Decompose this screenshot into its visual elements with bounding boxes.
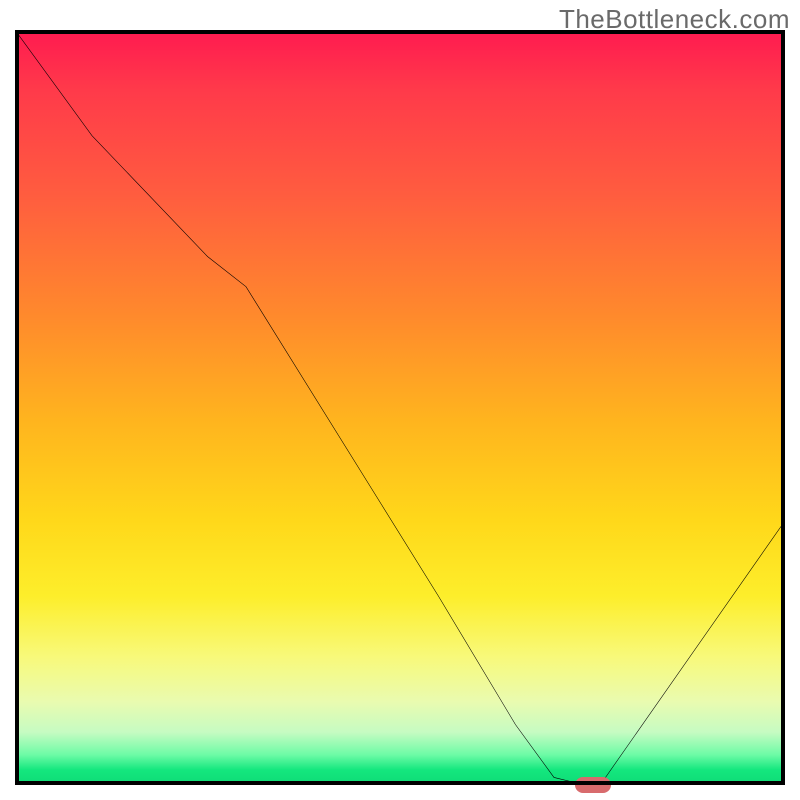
bottleneck-curve-path	[15, 30, 785, 785]
chart-stage: TheBottleneck.com	[0, 0, 800, 800]
plot-area	[15, 30, 785, 785]
optimal-marker	[575, 777, 611, 793]
curve-svg	[15, 30, 785, 785]
